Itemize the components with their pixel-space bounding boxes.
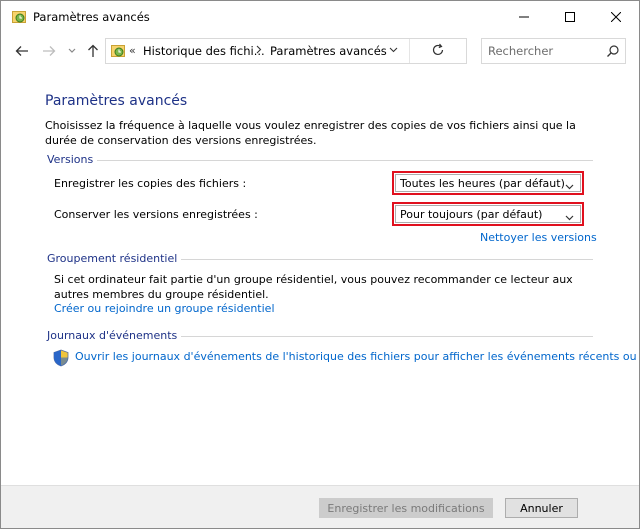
section-divider xyxy=(47,160,593,161)
file-history-icon xyxy=(12,10,26,24)
maximize-icon xyxy=(565,12,575,22)
keep-versions-value: Pour toujours (par défaut) xyxy=(400,208,543,221)
keep-versions-label: Conserver les versions enregistrées : xyxy=(54,208,258,221)
save-copies-label: Enregistrer les copies des fichiers : xyxy=(54,177,247,190)
breadcrumb-separator-icon[interactable] xyxy=(256,44,262,57)
minimize-icon xyxy=(519,16,529,18)
cleanup-versions-link[interactable]: Nettoyer les versions xyxy=(480,231,597,244)
close-button[interactable] xyxy=(593,1,639,33)
search-icon[interactable] xyxy=(606,44,620,61)
chevron-down-icon xyxy=(565,180,574,193)
dialog-footer: Enregistrer les modifications Annuler xyxy=(1,485,639,528)
close-icon xyxy=(611,12,621,22)
up-arrow-icon[interactable] xyxy=(85,43,101,59)
file-history-icon xyxy=(111,44,125,58)
back-arrow-icon[interactable] xyxy=(14,43,30,59)
window: Paramètres avancés « Historique des fich… xyxy=(0,0,640,529)
maximize-button[interactable] xyxy=(547,1,593,33)
section-title-homegroup: Groupement résidentiel xyxy=(47,252,182,265)
address-divider xyxy=(409,39,410,63)
section-title-event-logs: Journaux d'événements xyxy=(47,329,182,342)
refresh-icon[interactable] xyxy=(418,43,458,59)
recent-locations-chevron-icon[interactable] xyxy=(64,43,80,59)
address-bar[interactable]: « Historique des fichi... Paramètres ava… xyxy=(105,38,467,64)
save-changes-button[interactable]: Enregistrer les modifications xyxy=(319,498,493,518)
page-title: Paramètres avancés xyxy=(45,93,188,109)
save-frequency-value: Toutes les heures (par défaut) xyxy=(400,177,565,190)
keep-versions-select[interactable]: Pour toujours (par défaut) xyxy=(392,202,584,226)
window-title: Paramètres avancés xyxy=(33,10,150,24)
homegroup-description: Si cet ordinateur fait partie d'un group… xyxy=(54,273,573,301)
breadcrumb-item-file-history[interactable]: Historique des fichi... xyxy=(143,44,265,58)
breadcrumb-overflow[interactable]: « xyxy=(129,44,136,57)
homegroup-link[interactable]: Créer ou rejoindre un groupe résidentiel xyxy=(54,302,275,315)
cancel-button[interactable]: Annuler xyxy=(505,498,578,518)
forward-arrow-icon[interactable] xyxy=(41,43,57,59)
section-title-versions: Versions xyxy=(47,153,98,166)
search-box[interactable] xyxy=(481,38,626,64)
event-logs-link[interactable]: Ouvrir les journaux d'événements de l'hi… xyxy=(75,349,639,364)
search-input[interactable] xyxy=(488,43,598,59)
chevron-down-icon xyxy=(565,211,574,224)
page-description: Choisissez la fréquence à laquelle vous … xyxy=(45,119,576,147)
breadcrumb-item-advanced-settings[interactable]: Paramètres avancés xyxy=(270,44,387,58)
minimize-button[interactable] xyxy=(501,1,547,33)
save-frequency-select[interactable]: Toutes les heures (par défaut) xyxy=(392,171,584,195)
uac-shield-icon xyxy=(53,349,69,367)
title-bar[interactable]: Paramètres avancés xyxy=(1,1,639,33)
address-dropdown-chevron-icon[interactable] xyxy=(389,45,398,58)
navigation-bar: « Historique des fichi... Paramètres ava… xyxy=(1,33,639,69)
